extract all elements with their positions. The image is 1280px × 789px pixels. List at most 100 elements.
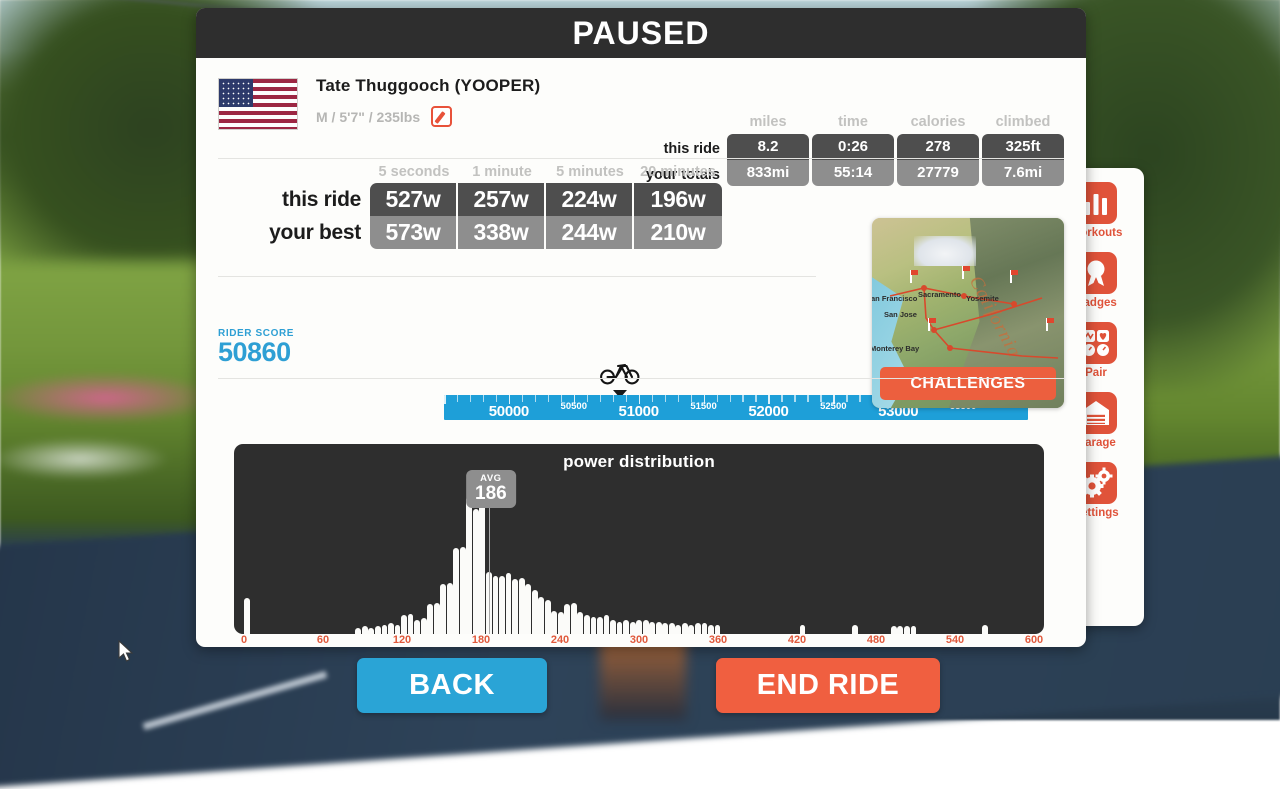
power-records-table: 5 seconds 1 minute 5 minutes 20 minutes …: [218, 164, 722, 249]
average-power-badge: AVG 186: [466, 470, 516, 508]
challenges-button[interactable]: CHALLENGES: [880, 367, 1056, 400]
map-place-label: San Francisco: [872, 294, 917, 303]
histogram-bar: [434, 603, 440, 634]
page-title: PAUSED: [573, 15, 710, 52]
ride-stat-column: climbed 325ft 7.6mi: [982, 114, 1064, 186]
power-value: 244w: [546, 216, 632, 249]
histogram-bar: [473, 509, 479, 634]
stat-value: 55:14: [812, 160, 894, 186]
histogram-bar: [695, 623, 701, 634]
histogram-bar: [453, 548, 459, 634]
rider-score: RIDER SCORE 50860: [218, 328, 294, 367]
x-axis-tick: 480: [867, 634, 885, 646]
column-header: climbed: [982, 114, 1064, 134]
map-place-label: Yosemite: [966, 294, 999, 303]
histogram-bar: [982, 625, 988, 634]
power-value: 196w: [634, 183, 722, 216]
edit-pencil-icon[interactable]: [431, 106, 452, 127]
power-value: 210w: [634, 216, 722, 249]
scale-tick: [483, 395, 485, 402]
power-column: 224w 244w: [546, 183, 634, 249]
scale-tick: [496, 395, 498, 402]
stat-value: 27779: [897, 160, 979, 186]
histogram-bar: [244, 598, 250, 634]
histogram-bar: [362, 626, 368, 634]
power-row-label: this ride: [218, 183, 361, 216]
histogram-bar: [375, 626, 381, 634]
histogram-bar: [688, 625, 694, 634]
stat-value: 8.2: [727, 134, 809, 160]
histogram-bar: [591, 617, 597, 634]
power-row-label: your best: [218, 216, 361, 249]
map-place-label: Sacramento: [918, 290, 961, 299]
back-button[interactable]: BACK: [357, 658, 547, 713]
histogram-bar: [408, 614, 414, 634]
scale-tick: [794, 395, 796, 402]
column-header: 1 minute: [458, 164, 546, 180]
histogram-bar: [715, 625, 721, 634]
scale-tick: [535, 395, 537, 402]
histogram-bar: [584, 615, 590, 634]
histogram-bar: [662, 623, 668, 634]
end-ride-button[interactable]: END RIDE: [716, 658, 940, 713]
histogram-bar: [499, 576, 505, 634]
divider: [218, 276, 816, 277]
scale-tick: [522, 395, 524, 402]
histogram-bar: [388, 623, 394, 634]
histogram-bar: [604, 615, 610, 634]
power-value: 573w: [370, 216, 456, 249]
scale-tick: [652, 395, 654, 402]
map-route-flag: [958, 266, 969, 279]
background-pink-flowers: [0, 372, 220, 424]
histogram-bar: [630, 622, 636, 634]
power-distribution-chart: power distribution AVG 186: [234, 444, 1044, 634]
histogram-bar: [610, 620, 616, 634]
stat-value: 0:26: [812, 134, 894, 160]
map-place-label: Monterey Bay: [872, 344, 919, 353]
x-axis-tick: 180: [472, 634, 490, 646]
divider: [218, 378, 1064, 379]
column-header: time: [812, 114, 894, 134]
histogram-bar: [571, 603, 577, 634]
histogram-bar: [682, 623, 688, 634]
stat-value: 278: [897, 134, 979, 160]
rider-name: Tate Thuggooch (YOOPER): [316, 76, 540, 96]
challenges-map-card[interactable]: California Sacramento San Francisco San …: [872, 218, 1064, 408]
map-place-label: San Jose: [884, 310, 917, 319]
power-value: 224w: [546, 183, 632, 216]
scale-tick: [781, 395, 783, 402]
scale-tick: [626, 395, 628, 402]
histogram-bar: [897, 626, 903, 634]
histogram-bars: [244, 478, 1034, 634]
histogram-bar: [493, 576, 499, 634]
background-white-flowers: [0, 438, 170, 480]
chart-title: power distribution: [234, 444, 1044, 472]
column-header: 5 seconds: [370, 164, 458, 180]
histogram-bar: [702, 623, 708, 634]
dialog-body: Tate Thuggooch (YOOPER) M / 5'7" / 235lb…: [196, 58, 1086, 647]
histogram-bar: [506, 573, 512, 634]
histogram-bar: [675, 625, 681, 634]
scale-label: 50000: [489, 403, 529, 420]
histogram-bar: [421, 618, 427, 634]
histogram-bar: [401, 615, 407, 634]
paused-dialog: PAUSED Tate Thuggooch (YOOPER) M / 5'7" …: [196, 8, 1086, 647]
x-axis-tick: 300: [630, 634, 648, 646]
scale-tick: [730, 395, 732, 402]
histogram-bar: [617, 622, 623, 634]
scale-label: 52500: [820, 401, 846, 412]
power-column: 527w 573w: [370, 183, 458, 249]
histogram-bar: [460, 547, 466, 634]
scale-tick: [548, 395, 550, 402]
rider-attributes: M / 5'7" / 235lbs: [316, 109, 420, 125]
histogram-bar: [649, 622, 655, 634]
scale-tick: [807, 395, 809, 402]
scale-tick: [457, 395, 459, 402]
avg-value: 186: [475, 484, 507, 503]
histogram-bar: [891, 626, 897, 634]
power-value: 338w: [458, 216, 544, 249]
scale-label: 51500: [690, 401, 716, 412]
map-route-flag: [1042, 318, 1053, 331]
us-flag-icon: [218, 78, 298, 130]
histogram-bar: [525, 584, 531, 634]
